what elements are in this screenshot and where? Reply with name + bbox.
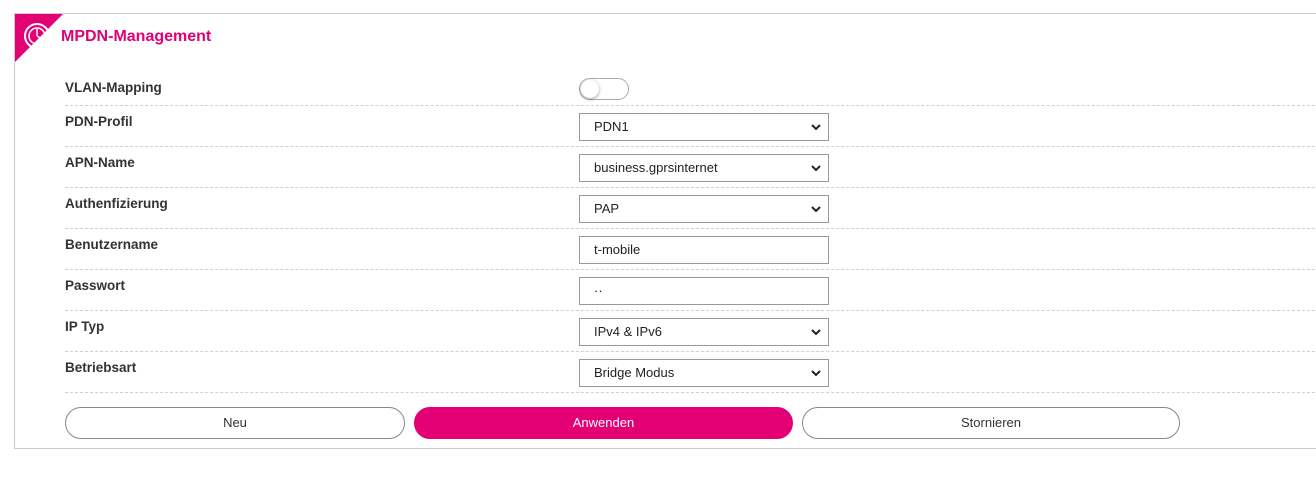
new-button[interactable]: Neu [65,407,405,439]
cancel-button[interactable]: Stornieren [802,407,1180,439]
pdn-profile-select[interactable]: PDN1 [579,113,829,141]
pdn-profile-value: PDN1 [594,119,629,134]
authentication-label: Authenfizierung [65,196,168,211]
chevron-down-icon [811,124,821,131]
chevron-down-icon [811,329,821,336]
page-title: MPDN-Management [61,28,212,45]
authentication-select[interactable]: PAP [579,195,829,223]
mpdn-management-panel: MPDN-Management VLAN-Mapping PDN-Profil … [14,13,1316,449]
authentication-value: PAP [594,201,620,216]
username-input[interactable]: t-mobile [579,236,829,264]
chevron-down-icon [811,165,821,172]
apn-name-value: business.gprsinternet [594,160,718,175]
vlan-mapping-label: VLAN-Mapping [65,80,162,95]
password-value: ·· [594,283,603,298]
apn-name-select[interactable]: business.gprsinternet [579,154,829,182]
vlan-mapping-row: VLAN-Mapping [65,69,1316,106]
chevron-down-icon [811,370,821,377]
operating-mode-label: Betriebsart [65,360,137,375]
mpdn-logo-icon [24,23,50,49]
pdn-profile-label: PDN-Profil [65,114,133,129]
chevron-down-icon [811,206,821,213]
apply-button[interactable]: Anwenden [414,407,793,439]
operating-mode-value: Bridge Modus [594,365,675,380]
ip-type-label: IP Typ [65,319,105,334]
password-label: Passwort [65,278,126,293]
username-label: Benutzername [65,237,159,252]
toggle-knob [581,80,599,98]
operating-mode-select[interactable]: Bridge Modus [579,359,829,387]
password-input[interactable]: ·· [579,277,829,305]
ip-type-value: IPv4 & IPv6 [594,324,662,339]
vlan-mapping-toggle[interactable] [579,78,629,100]
username-value: t-mobile [594,242,641,257]
apn-name-label: APN-Name [65,155,135,170]
ip-type-select[interactable]: IPv4 & IPv6 [579,318,829,346]
